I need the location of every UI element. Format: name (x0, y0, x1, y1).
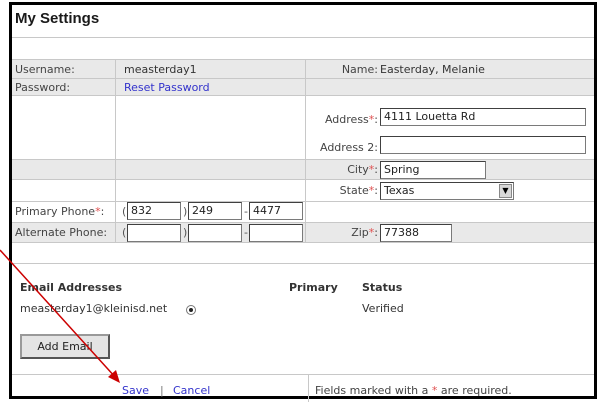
name-label: Name: (341, 63, 378, 76)
divider (308, 374, 309, 402)
zip-label: Zip (351, 226, 369, 239)
state-selected-value: Texas (384, 184, 415, 197)
colon: : (374, 113, 378, 126)
divider (115, 59, 116, 242)
band-city-row (12, 159, 594, 179)
open-paren: ( (122, 226, 127, 239)
my-settings-panel: My Settings Username: measterday1 Name: … (9, 2, 597, 402)
colon: : (374, 184, 378, 197)
divider (12, 179, 594, 180)
state-label-wrap: State*: (340, 184, 378, 197)
state-select[interactable]: Texas ▼ (380, 182, 514, 200)
zip-input[interactable]: 77388 (380, 224, 452, 242)
email-addresses-header: Email Addresses (20, 281, 123, 294)
alternate-phone-prefix[interactable] (188, 224, 242, 242)
required-fields-note: Fields marked with a * are required. (315, 384, 512, 397)
band-username-row (12, 59, 594, 78)
address-label: Address (324, 113, 369, 126)
colon: : (374, 163, 378, 176)
divider (12, 37, 594, 38)
email-primary-radio[interactable] (186, 305, 196, 315)
state-label: State (339, 184, 369, 197)
divider (12, 59, 594, 60)
city-input[interactable]: Spring (380, 161, 486, 179)
dash: - (244, 205, 248, 218)
city-label-wrap: City*: (347, 163, 378, 176)
password-label: Password: (15, 81, 71, 94)
name-value: Easterday, Melanie (380, 63, 485, 76)
address-input[interactable]: 4111 Louetta Rd (380, 108, 586, 126)
primary-phone-label: Primary Phone (15, 205, 96, 218)
zip-label-wrap: Zip*: (351, 226, 378, 239)
reset-password-link[interactable]: Reset Password (124, 81, 210, 94)
footer-separator: | (160, 384, 164, 397)
divider (305, 59, 306, 242)
divider (12, 95, 594, 96)
primary-phone-line[interactable]: 4477 (249, 202, 303, 220)
add-email-button[interactable]: Add Email (20, 334, 110, 359)
colon: : (374, 226, 378, 239)
close-paren: ) (183, 205, 188, 218)
divider (12, 159, 594, 160)
cancel-link[interactable]: Cancel (173, 384, 210, 397)
email-primary-header: Primary (289, 281, 338, 294)
open-paren: ( (122, 205, 127, 218)
colon: : (100, 205, 105, 218)
primary-phone-prefix[interactable]: 249 (188, 202, 242, 220)
primary-phone-area[interactable]: 832 (127, 202, 181, 220)
note-prefix: Fields marked with a (315, 384, 432, 397)
close-paren: ) (183, 226, 188, 239)
dash: - (244, 226, 248, 239)
username-value: measterday1 (124, 63, 197, 76)
email-address: measterday1@kleinisd.net (20, 302, 168, 315)
note-suffix: are required. (437, 384, 512, 397)
save-link[interactable]: Save (122, 384, 149, 397)
divider (12, 263, 594, 264)
address2-input[interactable] (380, 136, 586, 154)
alternate-phone-area[interactable] (127, 224, 181, 242)
divider (12, 222, 594, 223)
alternate-phone-line[interactable] (249, 224, 303, 242)
divider (12, 374, 594, 375)
username-label: Username: (15, 63, 75, 76)
dropdown-arrow-icon[interactable]: ▼ (499, 184, 512, 198)
divider (12, 201, 594, 202)
band-password-row (12, 78, 594, 95)
address2-label: Address 2: (319, 141, 378, 154)
primary-phone-label-wrap: Primary Phone*: (15, 205, 104, 218)
city-label: City (347, 163, 369, 176)
alternate-phone-label: Alternate Phone: (15, 226, 108, 239)
divider (12, 242, 594, 243)
email-status-header: Status (362, 281, 403, 294)
divider (12, 78, 594, 79)
address-label-wrap: Address*: (325, 113, 378, 126)
email-status: Verified (362, 302, 404, 315)
page-title: My Settings (15, 10, 100, 27)
